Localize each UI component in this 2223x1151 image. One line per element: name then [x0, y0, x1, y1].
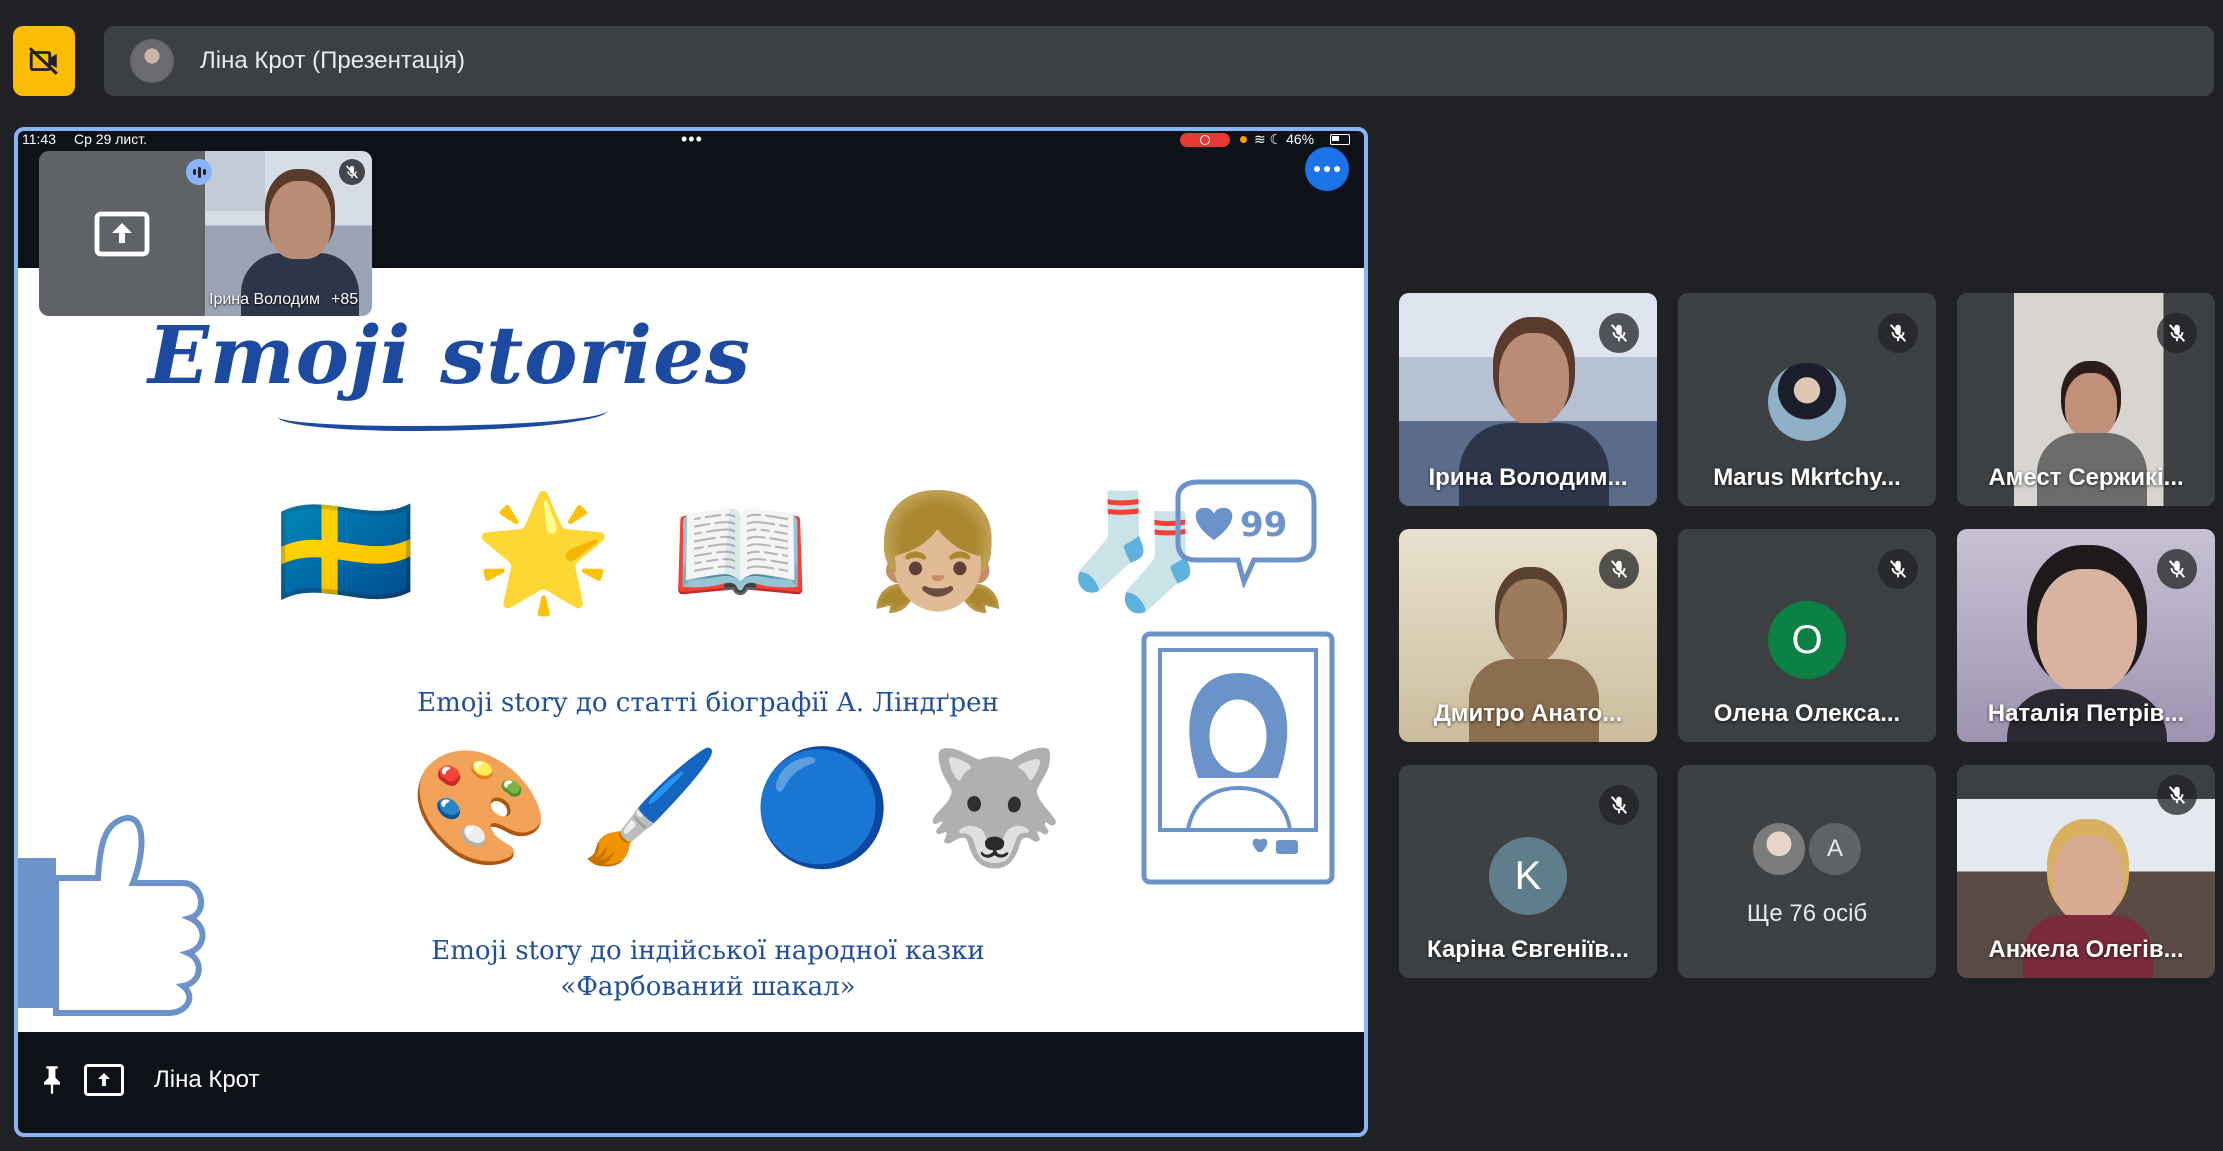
- mic-off-icon: [2157, 775, 2197, 815]
- battery-icon: [1330, 134, 1350, 145]
- stage-footer: Ліна Крот: [18, 1027, 1364, 1133]
- multitask-dots-icon: •••: [681, 129, 703, 149]
- more-participants-tile[interactable]: A Ще 76 осіб: [1678, 765, 1936, 978]
- presentation-slide: Emoji stories 🇸🇪 🌟 📖 👧🏼 🧦 Emoji story до…: [18, 268, 1364, 1032]
- mic-off-icon: [1599, 313, 1639, 353]
- participant-tile[interactable]: Дмитро Анато...: [1399, 529, 1657, 742]
- participant-video: [2065, 373, 2117, 439]
- participant-video: [2037, 569, 2137, 693]
- participant-name: Ірина Володим...: [1428, 464, 1628, 491]
- status-time: 11:43: [22, 131, 56, 147]
- mic-off-icon: [339, 159, 365, 185]
- self-view-tile[interactable]: Ірина Володим +85: [39, 151, 372, 316]
- open-book-icon: 📖: [670, 489, 811, 614]
- wifi-icon: ≋: [1254, 131, 1266, 147]
- more-participants-label: Ще 76 осіб: [1746, 900, 1868, 927]
- caption-tale-line2: «Фарбований шакал»: [560, 972, 856, 1002]
- status-battery-text: ≋ ☾ 46%: [1254, 131, 1315, 147]
- participant-name: Marus Mkrtchy...: [1713, 464, 1901, 491]
- wolf-icon: 🐺: [924, 745, 1064, 870]
- participant-tile[interactable]: О Олена Олекса...: [1678, 529, 1936, 742]
- thumbs-up-icon: [18, 815, 206, 1016]
- avatar: K: [1489, 837, 1567, 915]
- speaking-indicator-icon: [186, 159, 212, 185]
- pin-icon[interactable]: [34, 1062, 70, 1098]
- presenter-name: Ліна Крот: [154, 1066, 260, 1093]
- mic-off-icon: [1599, 549, 1639, 589]
- slide-title: Emoji stories: [148, 308, 751, 402]
- no-video-icon: [28, 47, 58, 75]
- caption-tale-line1: Emoji story до індійської народної казки: [431, 936, 985, 966]
- participant-name: Олена Олекса...: [1713, 700, 1901, 727]
- blue-circle-icon: 🔵: [752, 745, 893, 870]
- avatar: [1768, 363, 1846, 441]
- like-bubble-icon: 99: [1175, 479, 1317, 588]
- present-screen-icon: [94, 211, 150, 256]
- caption-lindgren: Emoji story до статті біографії А. Ліндґ…: [417, 688, 999, 718]
- emoji-row-1: 🇸🇪 🌟 📖 👧🏼 🧦: [276, 496, 1205, 608]
- more-options-button[interactable]: [1305, 147, 1349, 191]
- presenter-bar[interactable]: Ліна Крот (Презентація): [104, 26, 2214, 96]
- participant-tile[interactable]: Наталія Петрів...: [1957, 529, 2215, 742]
- mic-off-icon: [1599, 785, 1639, 825]
- participant-video: [1499, 333, 1569, 425]
- recording-indicator: [1180, 133, 1230, 147]
- participant-tile[interactable]: Амест Сержикі...: [1957, 293, 2215, 506]
- mic-in-use-indicator: [1240, 136, 1247, 143]
- moon-icon: ☾: [1269, 131, 1283, 147]
- status-date: Ср 29 лист.: [74, 131, 147, 147]
- participant-tile[interactable]: K Каріна Євгеніїв...: [1399, 765, 1657, 978]
- participant-name: Анжела Олегів...: [1988, 936, 2184, 963]
- mic-off-icon: [2157, 313, 2197, 353]
- palette-icon: 🎨: [410, 745, 550, 870]
- more-participants-avatars: A: [1678, 823, 1936, 875]
- presentation-stage[interactable]: 11:43 Ср 29 лист. ••• ≋ ☾ 46% Ірина Воло…: [14, 127, 1368, 1137]
- sweden-flag-icon: 🇸🇪: [276, 489, 416, 614]
- emoji-row-2: 🎨 🖌️ 🔵 🐺: [410, 752, 1064, 864]
- avatar: A: [1809, 823, 1861, 875]
- participant-tile[interactable]: Marus Mkrtchy...: [1678, 293, 1936, 506]
- participant-name: Дмитро Анато...: [1433, 700, 1623, 727]
- avatar: [130, 39, 174, 83]
- mic-off-icon: [1878, 549, 1918, 589]
- participant-tile[interactable]: Ірина Володим...: [1399, 293, 1657, 506]
- presenting-icon: [84, 1064, 124, 1096]
- presenting-tile: [39, 151, 205, 316]
- participant-tile[interactable]: Анжела Олегів...: [1957, 765, 2215, 978]
- participant-name: Каріна Євгеніїв...: [1427, 936, 1629, 963]
- title-underline: [278, 396, 608, 431]
- svg-text:99: 99: [1240, 505, 1287, 545]
- self-view-label: Ірина Володим: [209, 291, 321, 308]
- participant-video: [2053, 835, 2123, 923]
- avatar: О: [1768, 601, 1846, 679]
- paintbrush-icon: 🖌️: [581, 745, 721, 870]
- participant-name: Амест Сержикі...: [1988, 464, 2184, 491]
- others-count: +85: [331, 291, 359, 308]
- presenter-title: Ліна Крот (Презентація): [200, 47, 466, 74]
- star-icon: 🌟: [473, 489, 613, 614]
- girl-icon: 👧🏼: [868, 489, 1008, 614]
- mic-off-icon: [1878, 313, 1918, 353]
- camera-off-button[interactable]: [13, 26, 75, 96]
- participant-name: Наталія Петрів...: [1987, 700, 2185, 727]
- avatar: [1753, 823, 1805, 875]
- participant-video: [1499, 579, 1563, 663]
- profile-frame-icon: [1141, 631, 1335, 885]
- mic-off-icon: [2157, 549, 2197, 589]
